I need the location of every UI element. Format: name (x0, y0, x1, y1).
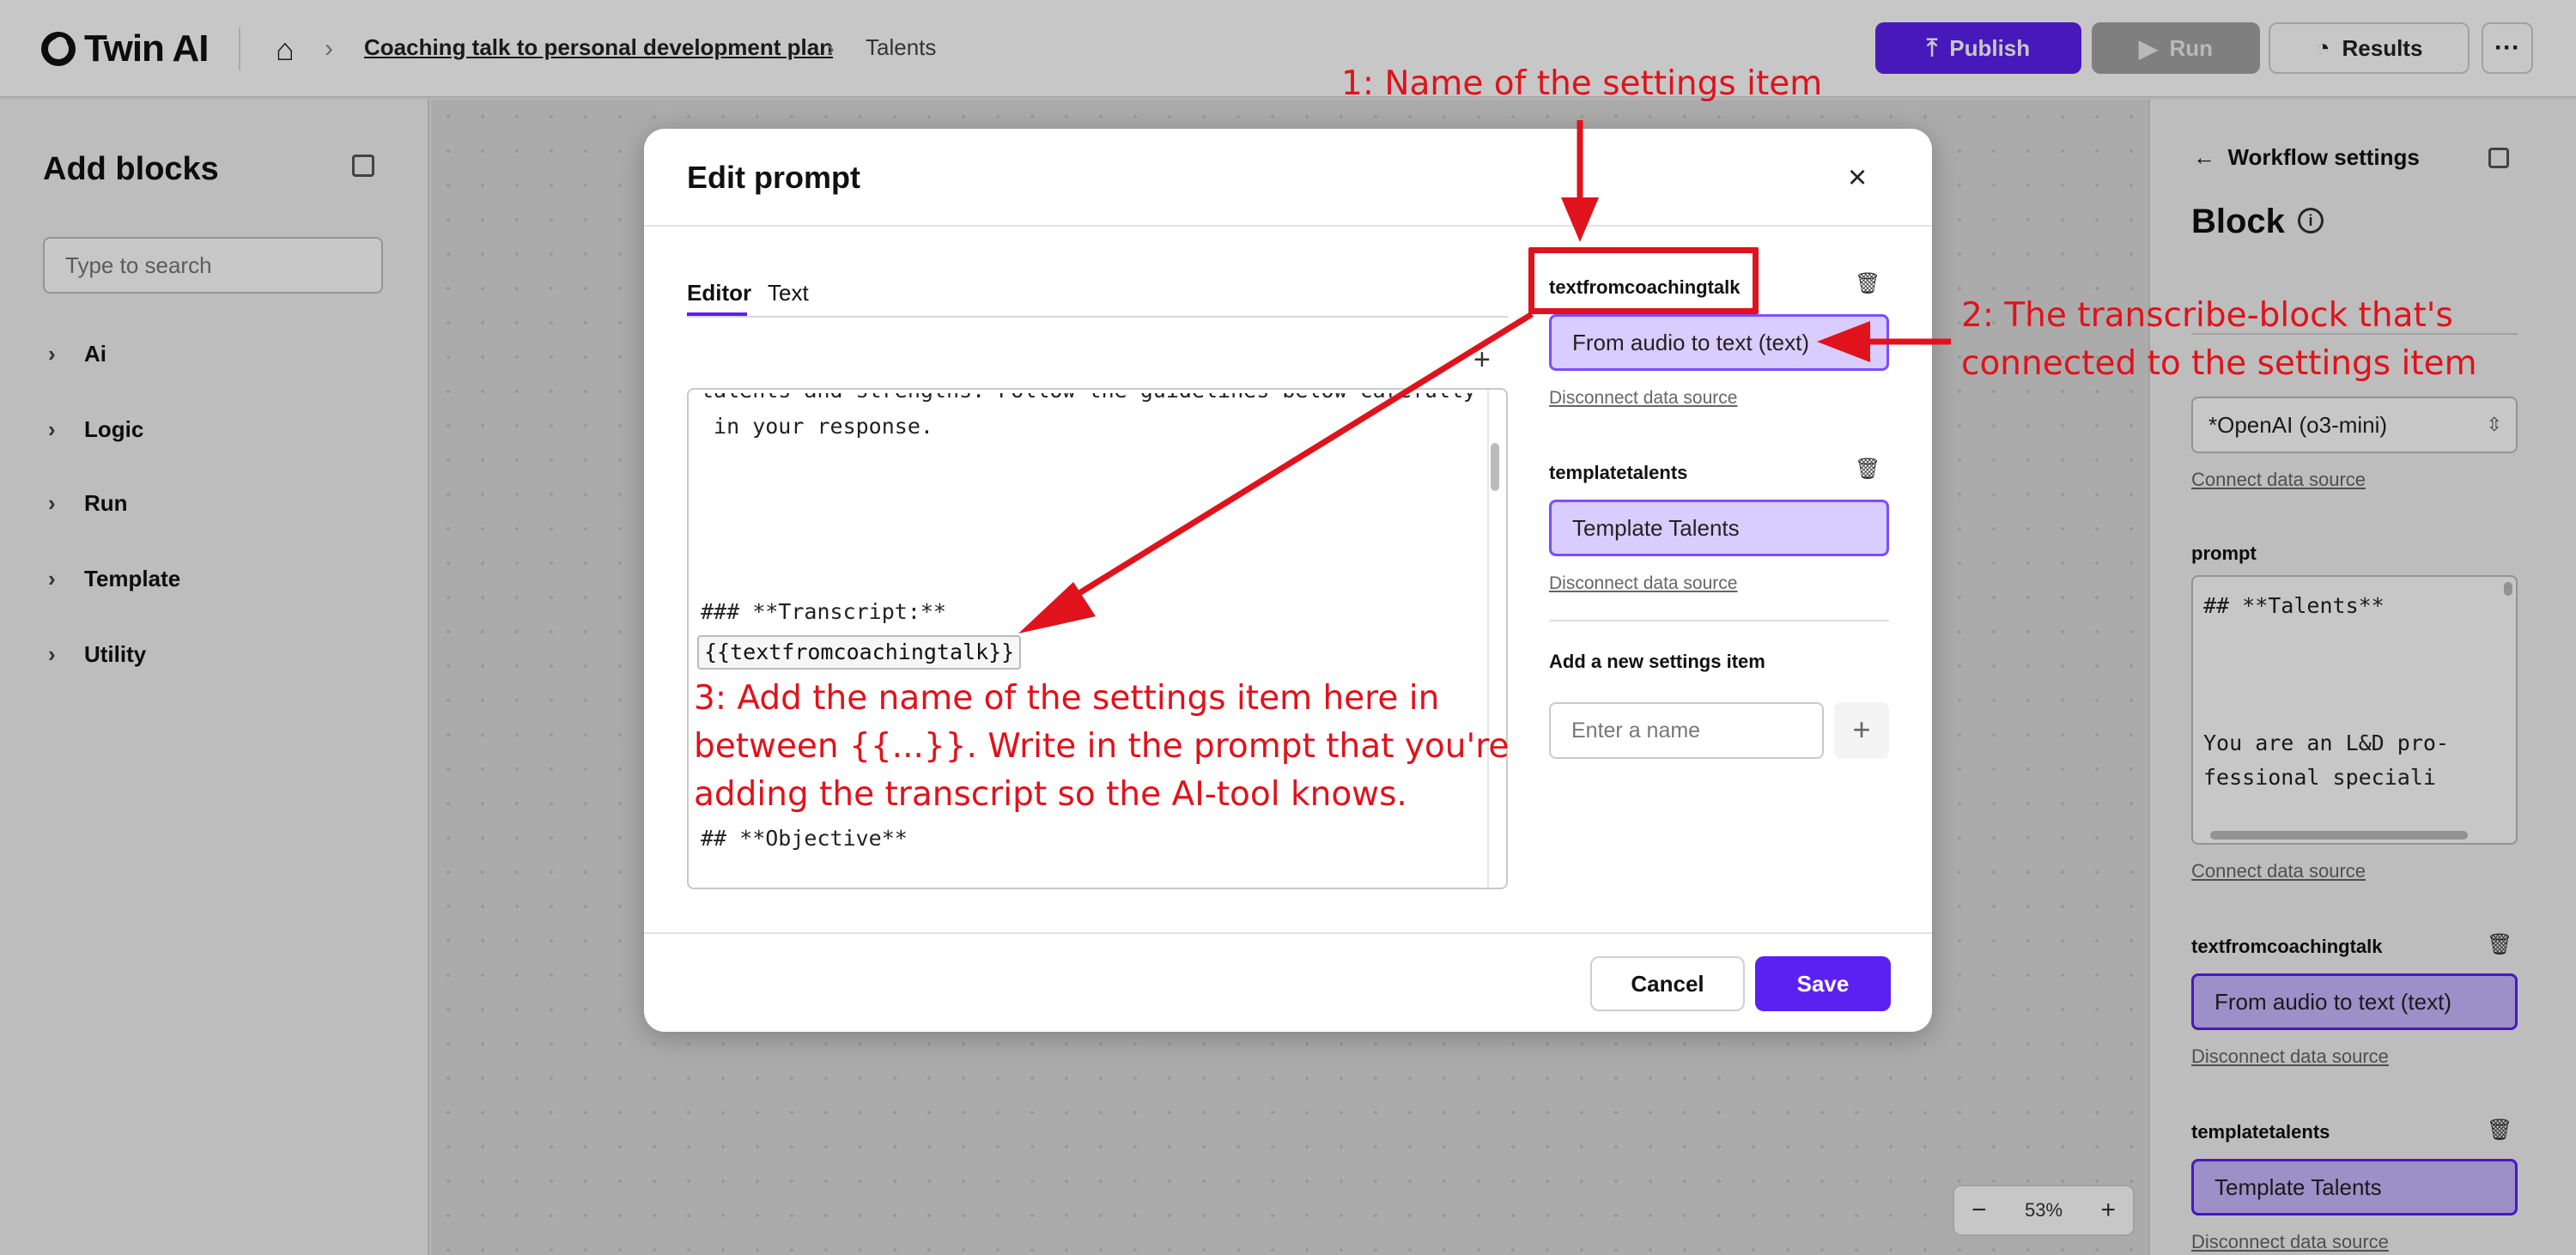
trash-icon[interactable]: 🗑 (1855, 271, 1880, 296)
editor-line: in your response. (701, 414, 933, 439)
disconnect-data-source-link[interactable]: Disconnect data source (1549, 573, 1737, 594)
settings-item-source[interactable]: Template Talents (1549, 500, 1889, 556)
plus-icon: + (1852, 712, 1871, 747)
active-tab-indicator (687, 312, 747, 316)
variable-placeholder: {{textfromcoachingtalk}} (697, 635, 1022, 670)
trash-icon[interactable]: 🗑 (1855, 457, 1880, 482)
divider (1549, 620, 1889, 621)
add-settings-item-label: Add a new settings item (1549, 651, 1765, 672)
editor-line: ## **Objective** (701, 826, 908, 851)
divider (644, 932, 1932, 934)
editor-line: ### **Transcript:** (701, 599, 946, 624)
annotation-highlight-box (1528, 247, 1759, 314)
settings-item-name: templatetalents (1549, 462, 1688, 483)
cancel-button[interactable]: Cancel (1590, 956, 1745, 1011)
disconnect-data-source-link[interactable]: Disconnect data source (1549, 388, 1737, 409)
save-button[interactable]: Save (1755, 956, 1891, 1011)
add-settings-item-button[interactable]: + (1834, 702, 1889, 759)
settings-item-name-input[interactable]: Enter a name (1549, 702, 1824, 759)
tab-divider (687, 316, 1508, 318)
add-icon[interactable]: + (1473, 343, 1491, 377)
divider (644, 225, 1932, 227)
scrollbar[interactable] (1491, 443, 1499, 491)
modal-title: Edit prompt (687, 160, 860, 195)
tab-editor[interactable]: Editor (687, 280, 751, 306)
settings-item-source[interactable]: From audio to text (text) (1549, 314, 1889, 371)
annotation-2: 2: The transcribe-block that's connected… (1961, 296, 2477, 383)
annotation-1: 1: Name of the settings item (1341, 64, 1823, 103)
annotation-3: 3: Add the name of the settings item her… (694, 679, 1510, 814)
tab-text[interactable]: Text (768, 280, 809, 306)
close-icon[interactable]: × (1848, 160, 1867, 197)
